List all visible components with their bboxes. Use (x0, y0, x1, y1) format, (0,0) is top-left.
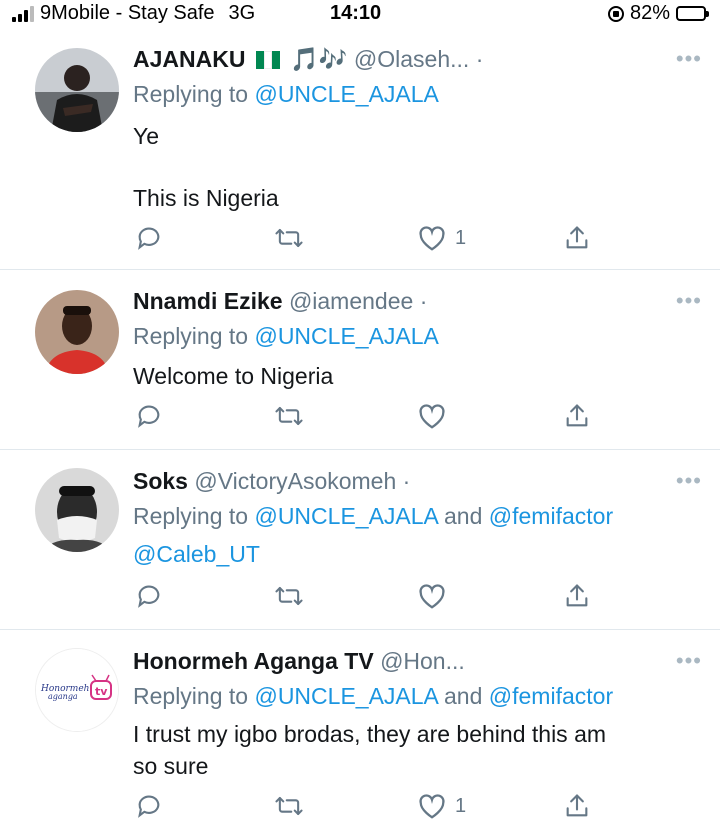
share-icon (566, 226, 588, 249)
svg-text:tv: tv (95, 685, 108, 698)
status-bar: 9Mobile - Stay Safe 3G 14:10 82% (0, 0, 720, 28)
replying-prefix: Replying to (133, 323, 255, 349)
mention-link[interactable]: @UNCLE_AJALA (254, 323, 438, 349)
reply-icon (138, 585, 160, 608)
tweet[interactable]: Soks @VictoryAsokomeh · Replying to @UNC… (0, 450, 720, 630)
share-button[interactable] (563, 582, 591, 610)
battery-icon (676, 6, 709, 21)
mention-link[interactable]: @femifactor (489, 503, 613, 529)
replying-prefix: Replying to (133, 683, 255, 709)
avatar[interactable]: Honormeh aganga tv (35, 648, 119, 732)
reply-button[interactable] (135, 792, 163, 820)
display-name[interactable]: Honormeh Aganga TV (133, 648, 374, 674)
tweet-text-line: I trust my igbo brodas, they are behind … (133, 721, 607, 747)
heart-icon (419, 794, 445, 819)
heart-icon (419, 226, 445, 251)
avatar[interactable] (35, 468, 119, 552)
mention-link[interactable]: @Caleb_UT (133, 541, 260, 567)
tweet-actions: 1 (133, 792, 720, 822)
carrier-name: 9Mobile - Stay Safe (40, 2, 215, 24)
tweet[interactable]: AJANAKU 🎵🎶 @Olaseh... · Replying to @UNC… (0, 28, 720, 270)
tweet[interactable]: Nnamdi Ezike @iamendee · Replying to @UN… (0, 270, 720, 450)
share-button[interactable] (563, 224, 591, 252)
tweet-text-line: This is Nigeria (133, 185, 279, 211)
like-button[interactable]: 1 (417, 792, 466, 820)
user-handle[interactable]: @VictoryAsokomeh (194, 468, 396, 494)
tweet-text-line: Ye (133, 123, 160, 149)
tweet-actions: 1 (133, 224, 720, 254)
more-icon[interactable]: ••• (676, 288, 702, 314)
tweet-text-line: Welcome to Nigeria (133, 363, 334, 389)
replying-to: Replying to @UNCLE_AJALA and @femifactor (133, 500, 700, 532)
replying-prefix: Replying to (133, 503, 255, 529)
reply-icon (138, 405, 160, 428)
display-name[interactable]: Nnamdi Ezike (133, 288, 283, 314)
share-icon (566, 404, 588, 427)
tweet-actions (133, 582, 720, 612)
rotation-lock-icon (607, 5, 624, 22)
clock: 14:10 (330, 2, 382, 24)
avatar[interactable] (35, 48, 119, 132)
more-icon[interactable]: ••• (676, 648, 702, 674)
channel-logo: Honormeh aganga tv (36, 649, 118, 731)
reply-icon (138, 795, 160, 818)
more-icon[interactable]: ••• (676, 468, 702, 494)
replying-to: Replying to @UNCLE_AJALA and @femifactor (133, 680, 700, 712)
like-count: 1 (455, 794, 467, 817)
tweet-text-line: so sure (133, 753, 209, 779)
user-handle[interactable]: @Hon... (380, 648, 465, 674)
mention-link[interactable]: @UNCLE_AJALA (254, 81, 438, 107)
reply-button[interactable] (135, 582, 163, 610)
reply-button[interactable] (135, 224, 163, 252)
like-button[interactable] (417, 402, 455, 430)
retweet-icon (275, 228, 303, 248)
user-handle[interactable]: @iamendee (289, 288, 413, 314)
share-button[interactable] (563, 402, 591, 430)
share-icon (566, 584, 588, 607)
replying-to: Replying to @UNCLE_AJALA (133, 78, 700, 110)
retweet-button[interactable] (273, 402, 305, 430)
retweet-button[interactable] (273, 792, 305, 820)
user-handle[interactable]: @Olaseh... (354, 46, 469, 72)
retweet-icon (275, 406, 303, 426)
replying-to: Replying to @UNCLE_AJALA (133, 320, 700, 352)
like-button[interactable] (417, 582, 455, 610)
more-icon[interactable]: ••• (676, 46, 702, 72)
like-button[interactable]: 1 (417, 224, 466, 252)
heart-icon (419, 584, 445, 609)
network-type: 3G (228, 2, 256, 24)
mention-link[interactable]: @UNCLE_AJALA (254, 683, 437, 709)
retweet-icon (275, 796, 303, 816)
tweet[interactable]: Honormeh aganga tv Honormeh Aganga TV @H… (0, 630, 720, 837)
share-icon (566, 794, 588, 817)
reply-icon (138, 227, 160, 250)
reply-button[interactable] (135, 402, 163, 430)
retweet-button[interactable] (273, 224, 305, 252)
signal-strength-icon (12, 5, 34, 22)
music-notes-emoji: 🎵🎶 (290, 46, 348, 72)
tweet-actions (133, 402, 720, 432)
mention-link[interactable]: @femifactor (489, 683, 613, 709)
mention-link[interactable]: @UNCLE_AJALA (254, 503, 437, 529)
replying-and: and (437, 683, 489, 709)
svg-text:aganga: aganga (48, 692, 78, 701)
replying-prefix: Replying to (133, 81, 255, 107)
replying-and: and (437, 503, 489, 529)
heart-icon (419, 404, 445, 429)
share-button[interactable] (563, 792, 591, 820)
battery-percent: 82% (629, 2, 670, 24)
retweet-button[interactable] (273, 582, 305, 610)
like-count: 1 (455, 226, 467, 249)
avatar[interactable] (35, 290, 119, 374)
display-name[interactable]: Soks (133, 468, 188, 494)
display-name[interactable]: AJANAKU (133, 46, 245, 72)
nigeria-flag-icon (255, 46, 280, 69)
retweet-icon (275, 586, 303, 606)
